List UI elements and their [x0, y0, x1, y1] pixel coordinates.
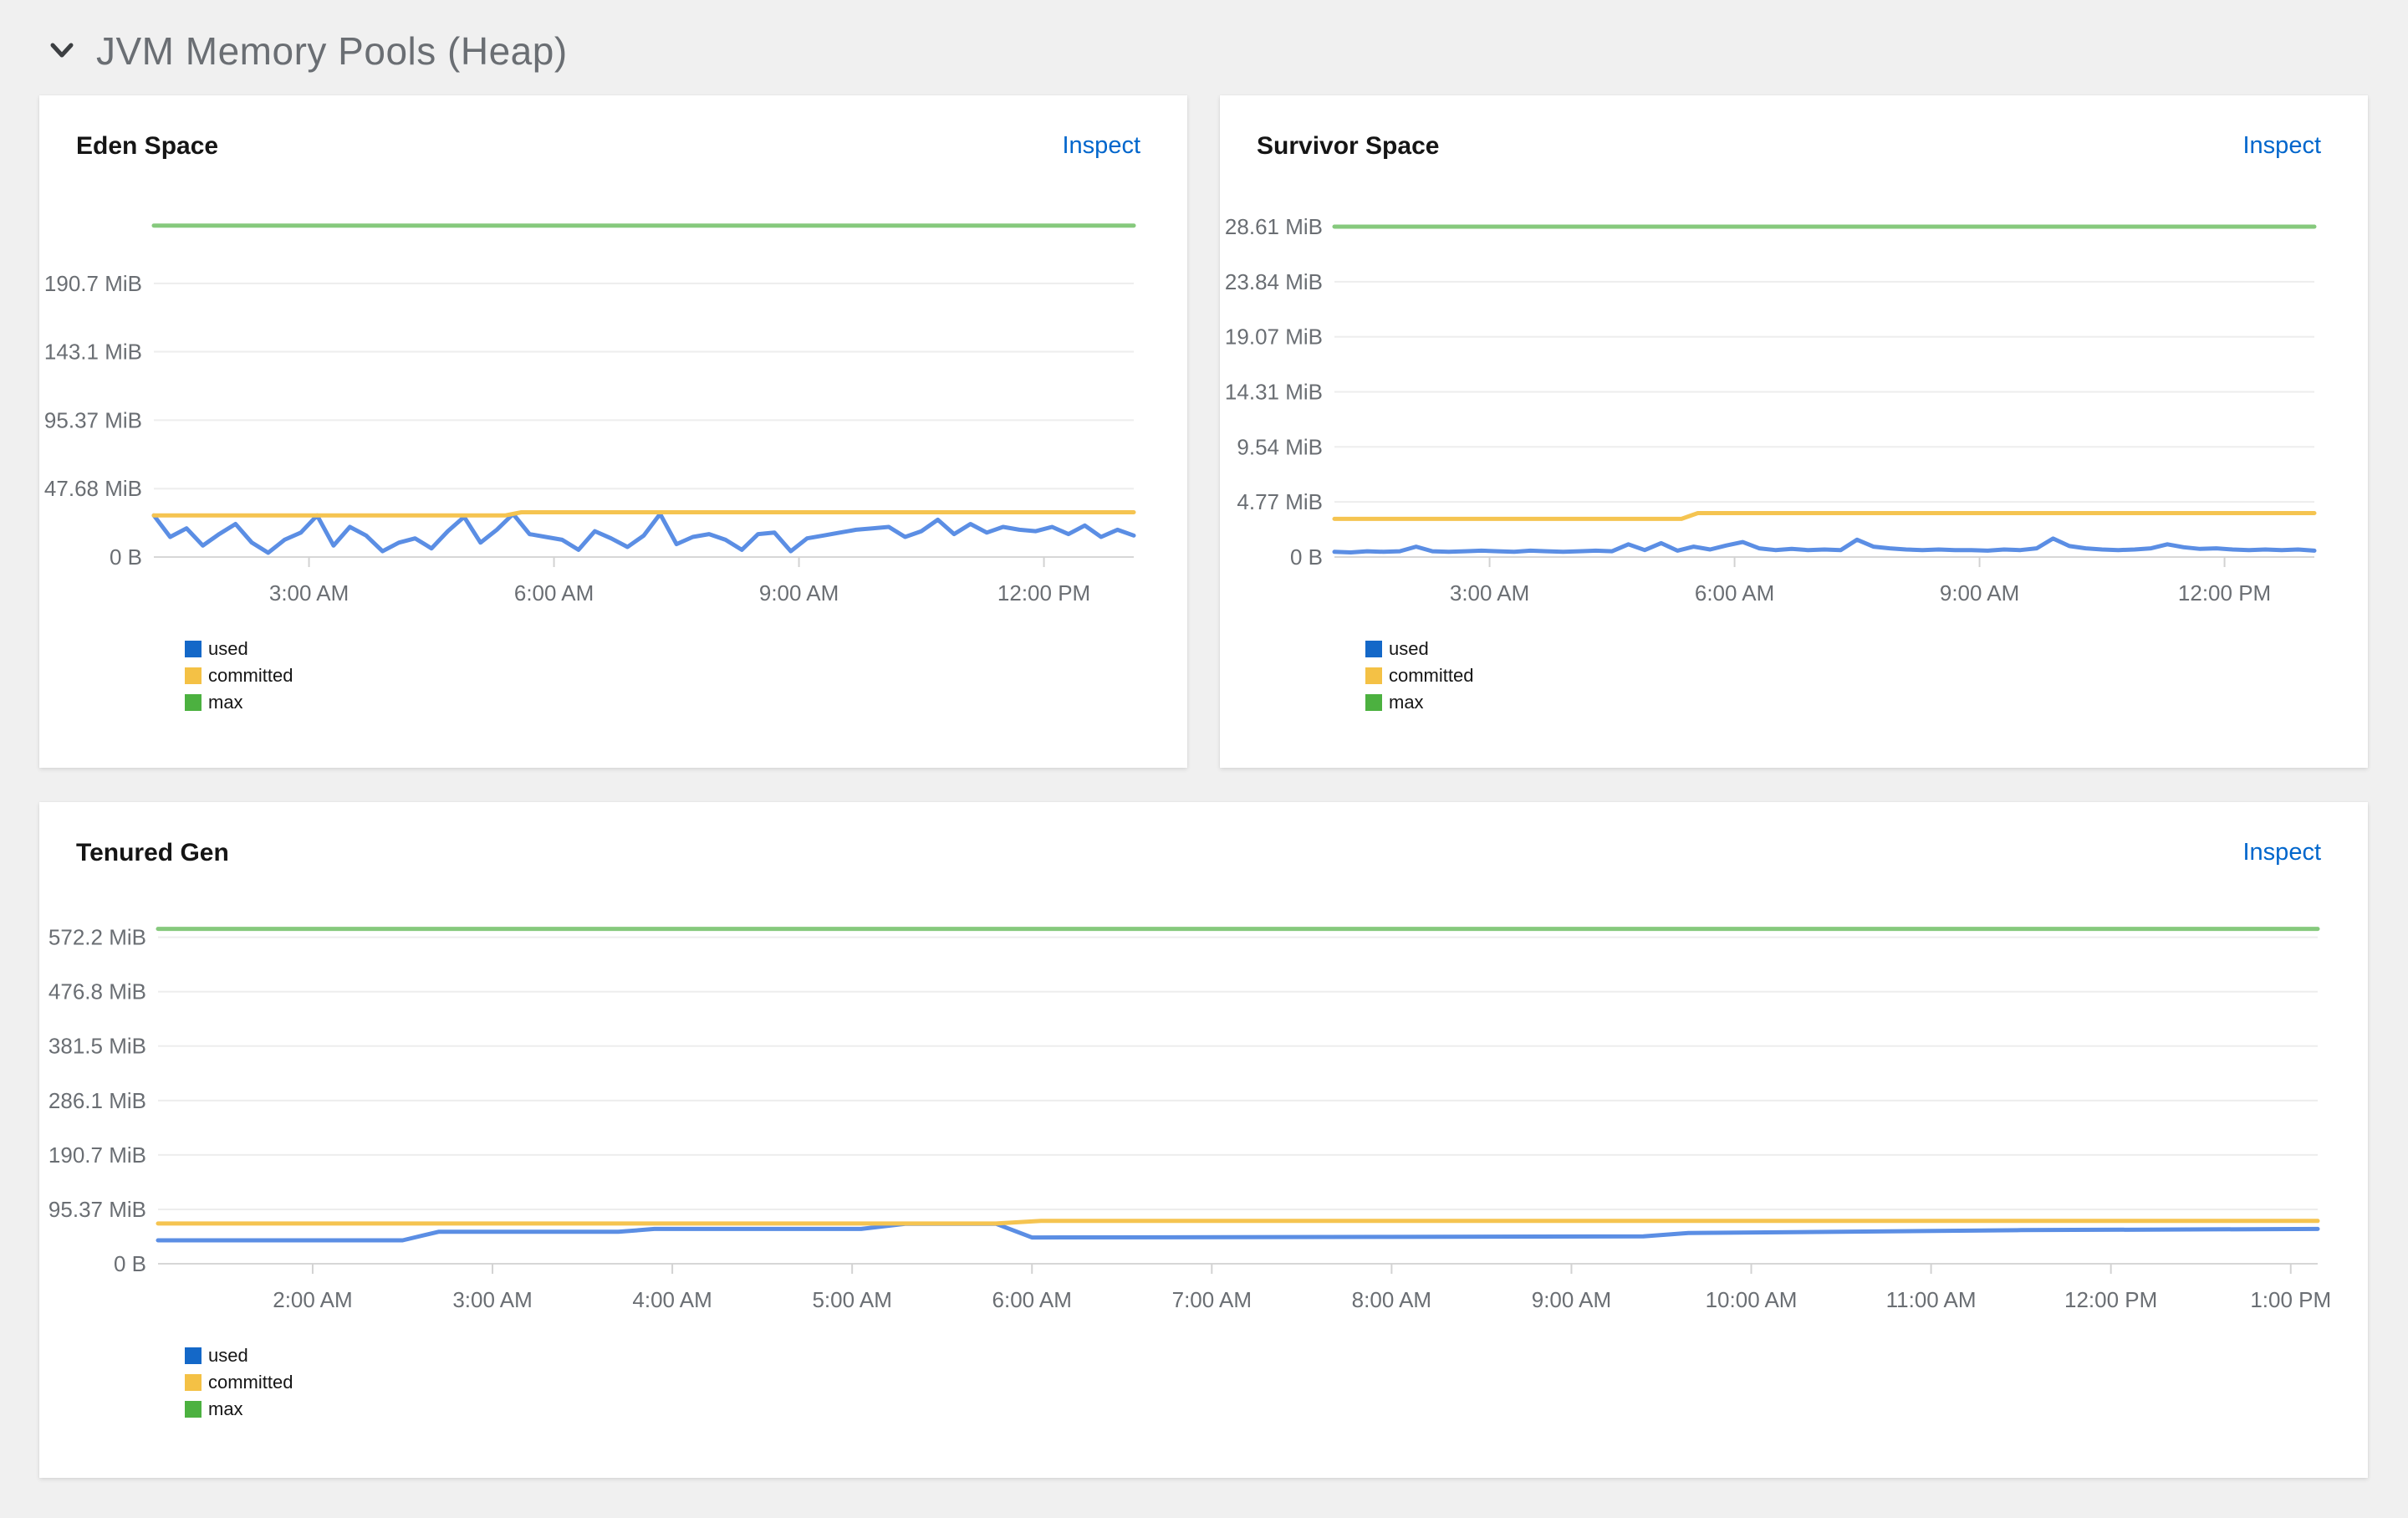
max-swatch-icon	[185, 1401, 202, 1418]
svg-text:190.7 MiB: 190.7 MiB	[44, 271, 142, 296]
svg-text:2:00 AM: 2:00 AM	[273, 1287, 352, 1312]
legend-item-used: used	[1365, 636, 2321, 662]
svg-text:0 B: 0 B	[114, 1251, 146, 1276]
section-title: JVM Memory Pools (Heap)	[96, 29, 568, 73]
legend-label: used	[208, 1345, 248, 1366]
svg-text:47.68 MiB: 47.68 MiB	[44, 476, 142, 501]
svg-text:6:00 AM: 6:00 AM	[514, 580, 594, 606]
svg-text:12:00 PM: 12:00 PM	[997, 580, 1090, 606]
svg-text:4.77 MiB: 4.77 MiB	[1237, 489, 1323, 514]
legend-item-used: used	[185, 636, 1140, 662]
svg-text:9:00 AM: 9:00 AM	[1532, 1287, 1611, 1312]
svg-text:190.7 MiB: 190.7 MiB	[48, 1142, 146, 1168]
tenured-gen-panel: Tenured Gen Inspect 0 B 95.37 MiB 190.7 Mi…	[39, 802, 2368, 1478]
legend-label: used	[208, 638, 248, 659]
panels-row-bottom: Tenured Gen Inspect 0 B 95.37 MiB 190.7 Mi…	[39, 802, 2369, 1478]
panel-title: Survivor Space	[1257, 132, 1440, 160]
inspect-link[interactable]: Inspect	[2243, 839, 2322, 866]
svg-text:1:00 PM: 1:00 PM	[2250, 1287, 2331, 1312]
inspect-link[interactable]: Inspect	[2243, 132, 2322, 160]
svg-text:3:00 AM: 3:00 AM	[1450, 580, 1529, 606]
committed-swatch-icon	[185, 1374, 202, 1391]
svg-text:381.5 MiB: 381.5 MiB	[48, 1034, 146, 1059]
section-collapse-toggle[interactable]	[49, 41, 74, 61]
tenured-chart: 0 B 95.37 MiB 190.7 MiB 286.1 MiB 381.5 MiB 4…	[48, 925, 2331, 1312]
used-swatch-icon	[185, 641, 202, 657]
chart-legend: used committed max	[1365, 636, 2321, 716]
eden-chart-area: 0 B 47.68 MiB 95.37 MiB 143.1 MiB 190.7 MiB 3…	[44, 212, 1140, 631]
panel-title: Eden Space	[76, 132, 219, 160]
committed-swatch-icon	[185, 667, 202, 684]
legend-label: max	[1389, 692, 1424, 713]
panel-header: Tenured Gen Inspect	[76, 839, 2321, 872]
legend-label: max	[208, 692, 243, 713]
max-swatch-icon	[1365, 694, 1382, 711]
svg-text:5:00 AM: 5:00 AM	[812, 1287, 891, 1312]
legend-item-used: used	[185, 1342, 2321, 1369]
svg-text:143.1 MiB: 143.1 MiB	[44, 340, 142, 365]
svg-text:12:00 PM: 12:00 PM	[2064, 1287, 2157, 1312]
svg-text:0 B: 0 B	[110, 544, 142, 570]
svg-text:8:00 AM: 8:00 AM	[1352, 1287, 1431, 1312]
legend-item-max: max	[1365, 689, 2321, 716]
legend-label: committed	[208, 665, 293, 686]
legend-item-committed: committed	[1365, 662, 2321, 689]
panel-title: Tenured Gen	[76, 839, 229, 866]
svg-text:3:00 AM: 3:00 AM	[452, 1287, 532, 1312]
svg-text:4:00 AM: 4:00 AM	[632, 1287, 712, 1312]
svg-text:95.37 MiB: 95.37 MiB	[48, 1197, 146, 1222]
svg-text:95.37 MiB: 95.37 MiB	[44, 407, 142, 432]
used-swatch-icon	[1365, 641, 1382, 657]
svg-text:12:00 PM: 12:00 PM	[2178, 580, 2271, 606]
chart-legend: used committed max	[185, 636, 1140, 716]
svg-text:9:00 AM: 9:00 AM	[1940, 580, 2019, 606]
svg-text:286.1 MiB: 286.1 MiB	[48, 1088, 146, 1113]
svg-text:476.8 MiB: 476.8 MiB	[48, 979, 146, 1004]
panel-header: Eden Space Inspect	[76, 132, 1140, 166]
svg-text:14.31 MiB: 14.31 MiB	[1225, 379, 1323, 404]
panel-header: Survivor Space Inspect	[1257, 132, 2321, 166]
svg-text:0 B: 0 B	[1290, 544, 1323, 570]
svg-text:11:00 AM: 11:00 AM	[1886, 1287, 1977, 1312]
legend-item-max: max	[185, 1396, 2321, 1423]
svg-text:23.84 MiB: 23.84 MiB	[1225, 269, 1323, 294]
used-swatch-icon	[185, 1347, 202, 1364]
svg-text:572.2 MiB: 572.2 MiB	[48, 925, 146, 950]
eden-chart: 0 B 47.68 MiB 95.37 MiB 143.1 MiB 190.7 MiB 3…	[44, 223, 1136, 606]
survivor-chart: 0 B 4.77 MiB 9.54 MiB 14.31 MiB 19.07 MiB 23.…	[1225, 214, 2317, 606]
legend-item-committed: committed	[185, 1369, 2321, 1396]
legend-label: max	[208, 1398, 243, 1419]
legend-item-max: max	[185, 689, 1140, 716]
svg-text:10:00 AM: 10:00 AM	[1706, 1287, 1798, 1312]
svg-text:19.07 MiB: 19.07 MiB	[1225, 325, 1323, 350]
legend-label: used	[1389, 638, 1429, 659]
svg-text:9:00 AM: 9:00 AM	[759, 580, 839, 606]
chart-legend: used committed max	[185, 1342, 2321, 1423]
tenured-chart-area: 0 B 95.37 MiB 190.7 MiB 286.1 MiB 381.5 MiB 4…	[48, 919, 2331, 1337]
svg-text:28.61 MiB: 28.61 MiB	[1225, 214, 1323, 239]
svg-text:7:00 AM: 7:00 AM	[1172, 1287, 1252, 1312]
dashboard-page: JVM Memory Pools (Heap) Eden Space Inspe…	[0, 0, 2408, 1478]
legend-item-committed: committed	[185, 662, 1140, 689]
svg-text:3:00 AM: 3:00 AM	[269, 580, 349, 606]
legend-label: committed	[1389, 665, 1474, 686]
committed-swatch-icon	[1365, 667, 1382, 684]
max-swatch-icon	[185, 694, 202, 711]
section-header: JVM Memory Pools (Heap)	[39, 0, 2369, 74]
survivor-space-panel: Survivor Space Inspect 0 B 4.77 MiB 9.54 M…	[1220, 95, 2368, 768]
eden-space-panel: Eden Space Inspect 0 B 47.68 MiB 95.37 MiB…	[39, 95, 1187, 768]
svg-text:9.54 MiB: 9.54 MiB	[1237, 434, 1323, 459]
legend-label: committed	[208, 1372, 293, 1393]
chevron-down-icon	[50, 43, 74, 58]
panels-row-top: Eden Space Inspect 0 B 47.68 MiB 95.37 MiB…	[39, 95, 2369, 768]
inspect-link[interactable]: Inspect	[1063, 132, 1141, 160]
svg-text:6:00 AM: 6:00 AM	[1695, 580, 1774, 606]
survivor-chart-area: 0 B 4.77 MiB 9.54 MiB 14.31 MiB 19.07 MiB 23.…	[1225, 212, 2321, 631]
svg-text:6:00 AM: 6:00 AM	[992, 1287, 1072, 1312]
